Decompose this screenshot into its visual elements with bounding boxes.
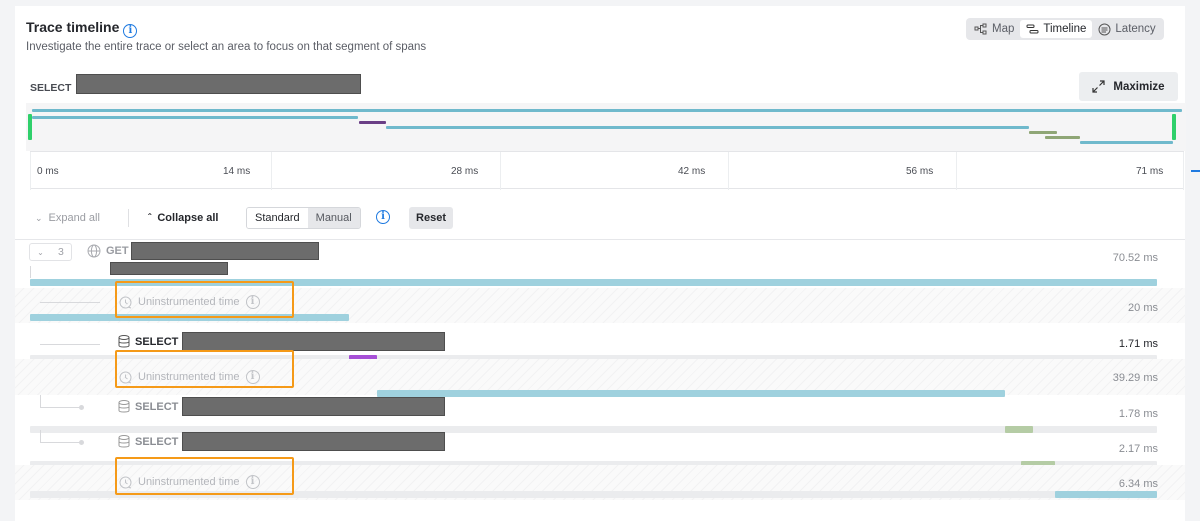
span-duration: 1.71 ms <box>1118 338 1158 350</box>
redacted-query <box>182 332 445 351</box>
span-duration: 2.17 ms <box>1118 443 1158 455</box>
expand-all-button[interactable]: ⌄ Expand all <box>35 212 100 224</box>
expand-icon <box>1092 80 1106 93</box>
span-duration: 6.34 ms <box>1118 478 1158 490</box>
root-span-label[interactable]: GET <box>87 244 129 258</box>
trace-overview-minimap[interactable] <box>26 103 1186 151</box>
tree-row[interactable]: SELECT 1.78 ms <box>15 395 1185 433</box>
mode-toggle: Standard Manual <box>246 207 361 229</box>
tree-divider <box>15 239 1185 240</box>
redacted-query <box>76 74 361 94</box>
axis-tick-label: 71 ms <box>1136 166 1164 177</box>
highlight-box <box>115 350 294 388</box>
mode-info-icon[interactable]: i <box>376 210 390 224</box>
overview-bar <box>1029 131 1057 134</box>
redacted-url <box>131 242 319 260</box>
connector-dot <box>79 440 84 445</box>
tree-connector <box>40 430 41 442</box>
axis-tick-label: 56 ms <box>906 166 934 177</box>
tree-connector <box>40 302 100 303</box>
overview-bar <box>1080 141 1173 144</box>
axis-gridline <box>1183 152 1184 190</box>
redacted-query <box>182 397 445 416</box>
database-icon <box>118 335 130 348</box>
mode-manual[interactable]: Manual <box>307 208 360 228</box>
view-switcher: Map Timeline Latency <box>966 18 1164 40</box>
connector-dot <box>79 405 84 410</box>
tree-connector <box>40 395 41 407</box>
panel-subtitle: Investigate the entire trace or select a… <box>26 41 427 53</box>
span-label: SELECT <box>118 435 178 448</box>
axis-gridline <box>956 152 957 190</box>
redacted-query <box>182 432 445 451</box>
collapse-all-button[interactable]: ˆ Collapse all <box>148 212 218 224</box>
chevron-down-icon: ⌄ <box>37 247 44 257</box>
overview-bar <box>386 126 1029 129</box>
highlight-box <box>115 281 294 318</box>
overview-bar <box>359 121 386 124</box>
axis-gridline <box>30 152 31 190</box>
panel-title: Trace timeline i <box>26 19 138 38</box>
chevron-up-icon: ˆ <box>148 213 152 224</box>
axis-gridline <box>728 152 729 190</box>
range-handle-right[interactable] <box>1172 114 1176 140</box>
axis-gridline <box>500 152 501 190</box>
redacted-url <box>110 262 228 275</box>
latency-icon <box>1098 23 1111 35</box>
span-duration: 39.29 ms <box>1112 372 1158 384</box>
mode-standard[interactable]: Standard <box>247 208 308 228</box>
axis-tick-label: 14 ms <box>223 166 251 177</box>
tree-connector <box>40 344 100 345</box>
child-count-pill[interactable]: ⌄ 3 <box>29 243 72 261</box>
axis-tick-label: 0 ms <box>37 166 59 177</box>
view-option-map[interactable]: Map <box>968 20 1020 38</box>
view-option-timeline[interactable]: Timeline <box>1020 20 1093 38</box>
tree-connector <box>40 407 80 408</box>
axis-tick-label: 42 ms <box>678 166 706 177</box>
axis-tick-label: 28 ms <box>451 166 479 177</box>
globe-icon <box>87 244 101 258</box>
chevron-down-icon: ⌄ <box>35 213 43 223</box>
tree-connector <box>40 442 80 443</box>
database-icon <box>118 435 130 448</box>
reset-button[interactable]: Reset <box>409 207 453 229</box>
span-label: SELECT <box>118 400 178 413</box>
time-axis: 0 ms 14 ms 28 ms 42 ms 56 ms 71 ms <box>30 151 1184 190</box>
span-duration: 70.52 ms <box>1112 252 1158 264</box>
database-icon <box>118 400 130 413</box>
scroll-indicator <box>1191 170 1200 172</box>
timeline-icon <box>1026 24 1039 34</box>
info-icon[interactable]: i <box>123 24 138 38</box>
view-option-latency[interactable]: Latency <box>1092 20 1161 38</box>
span-duration: 20 ms <box>1128 302 1158 314</box>
trace-timeline-panel: Trace timeline i Investigate the entire t… <box>15 6 1186 521</box>
toolbar-divider <box>128 209 129 227</box>
range-handle-left[interactable] <box>28 114 32 140</box>
axis-gridline <box>271 152 272 190</box>
span-duration: 1.78 ms <box>1118 408 1158 420</box>
span-label: SELECT <box>118 335 178 348</box>
overview-bar <box>1045 136 1080 139</box>
selected-span-label: SELECT <box>30 82 72 94</box>
highlight-box <box>115 457 294 495</box>
tree-connector <box>30 266 31 278</box>
span-bar[interactable] <box>1055 491 1157 498</box>
overview-bar <box>32 116 358 119</box>
overview-bar <box>32 109 1182 112</box>
map-icon <box>974 23 987 35</box>
maximize-button[interactable]: Maximize <box>1079 72 1178 101</box>
